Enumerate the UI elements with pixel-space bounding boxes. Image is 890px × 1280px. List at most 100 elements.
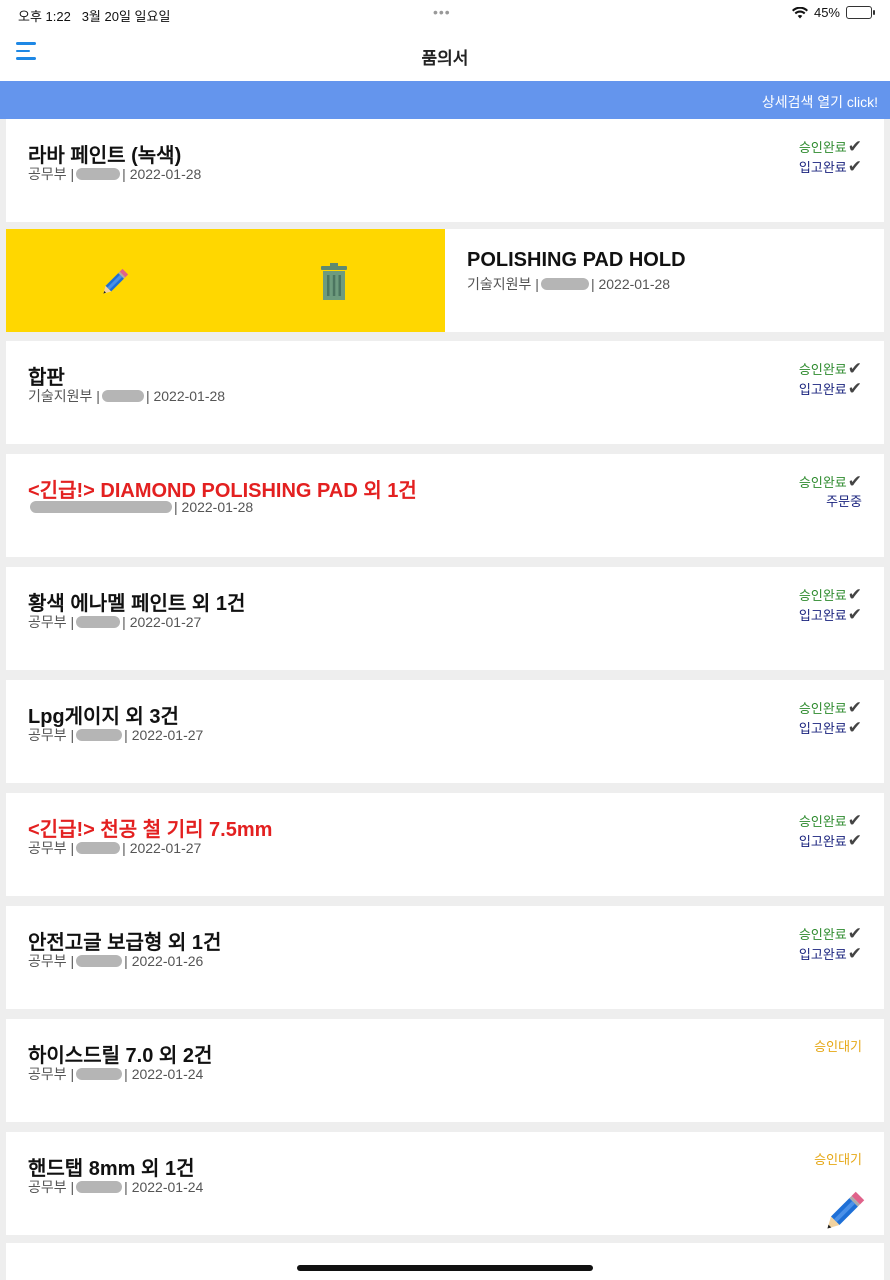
- item-meta: 공무부 | | 2022-01-24: [28, 1064, 203, 1084]
- home-indicator[interactable]: [297, 1265, 593, 1271]
- item-meta: 기술지원부 | | 2022-01-28: [467, 274, 670, 294]
- approval-status: 승인완료: [798, 362, 847, 377]
- status-indicators: 45%: [791, 5, 875, 20]
- receipt-status: 입고완료: [798, 721, 847, 736]
- item-statuses: 승인완료✔ 입고완료✔: [799, 924, 862, 964]
- item-statuses: 승인완료✔ 입고완료✔: [799, 698, 862, 738]
- page-title: 품의서: [421, 49, 469, 68]
- wifi-icon: [791, 6, 808, 18]
- approval-status: 승인완료: [798, 140, 847, 155]
- item-date: | 2022-01-24: [124, 1066, 204, 1082]
- redacted-name: [76, 616, 121, 628]
- item-dept: 공무부 |: [28, 727, 75, 743]
- item-dept: 공무부 |: [28, 166, 75, 182]
- advanced-search-toggle[interactable]: 상세검색 열기 click!: [0, 81, 890, 119]
- check-icon: ✔: [847, 359, 862, 378]
- check-icon: ✔: [847, 718, 862, 737]
- item-date: | 2022-01-24: [124, 1179, 204, 1195]
- check-icon: ✔: [847, 157, 862, 176]
- item-dept: 공무부 |: [28, 1066, 75, 1082]
- item-date: | 2022-01-27: [122, 614, 202, 630]
- redacted-name: [540, 278, 589, 290]
- approval-status: 승인완료: [798, 588, 847, 603]
- redacted-name: [101, 390, 144, 402]
- check-icon: ✔: [847, 585, 862, 604]
- receipt-status: 입고완료: [798, 947, 847, 962]
- list-item[interactable]: <긴급!> 천공 철 기리 7.5mm 공무부 | | 2022-01-27 승…: [6, 793, 884, 896]
- order-status: 주문중: [826, 494, 862, 509]
- list-item[interactable]: 하이스드릴 7.0 외 2건 공무부 | | 2022-01-24 승인대기: [6, 1019, 884, 1122]
- redacted-name: [76, 1068, 123, 1080]
- check-icon: ✔: [847, 811, 862, 830]
- item-statuses: 승인대기: [814, 1150, 862, 1169]
- status-date: 3월 20일 일요일: [81, 9, 171, 24]
- item-dept: 공무부 |: [28, 614, 75, 630]
- battery-icon: [846, 6, 875, 19]
- item-statuses: 승인완료✔ 입고완료✔: [799, 137, 862, 177]
- list-item[interactable]: 안전고글 보급형 외 1건 공무부 | | 2022-01-26 승인완료✔ 입…: [6, 906, 884, 1009]
- redacted-name: [76, 729, 123, 741]
- item-statuses: 승인완료✔ 입고완료✔: [799, 585, 862, 625]
- list-item[interactable]: <긴급!> DIAMOND POLISHING PAD 외 1건 | 2022-…: [6, 454, 884, 557]
- receipt-status: 입고완료: [798, 382, 847, 397]
- list-item-swiped[interactable]: POLISHING PAD HOLD 기술지원부 | | 2022-01-28: [6, 229, 884, 332]
- redacted-name: [76, 842, 121, 854]
- item-dept: 기술지원부 |: [467, 276, 539, 292]
- item-dept: 공무부 |: [28, 1179, 75, 1195]
- check-icon: ✔: [847, 605, 862, 624]
- item-date: | 2022-01-27: [122, 840, 202, 856]
- approval-status: 승인대기: [814, 1039, 862, 1054]
- item-date: | 2022-01-27: [124, 727, 204, 743]
- receipt-status: 입고완료: [798, 160, 847, 175]
- check-icon: ✔: [847, 137, 862, 156]
- item-meta: 공무부 | | 2022-01-24: [28, 1177, 203, 1197]
- trash-icon[interactable]: [320, 263, 348, 306]
- new-document-pencil-icon[interactable]: [818, 1188, 868, 1238]
- swipe-actions: [6, 229, 445, 332]
- list-item-partial[interactable]: [6, 1243, 884, 1280]
- check-icon: ✔: [847, 472, 862, 491]
- item-date: | 2022-01-28: [174, 499, 254, 515]
- item-date: | 2022-01-26: [124, 953, 204, 969]
- item-meta: | 2022-01-28: [28, 499, 253, 515]
- item-statuses: 승인완료✔ 입고완료✔: [799, 811, 862, 851]
- item-meta: 기술지원부 | | 2022-01-28: [28, 386, 225, 406]
- item-meta: 공무부 | | 2022-01-28: [28, 164, 201, 184]
- check-icon: ✔: [847, 924, 862, 943]
- item-statuses: 승인대기: [814, 1037, 862, 1056]
- list-item[interactable]: 라바 페인트 (녹색) 공무부 | | 2022-01-28 승인완료✔ 입고완…: [6, 119, 884, 222]
- list-item[interactable]: 핸드탭 8mm 외 1건 공무부 | | 2022-01-24 승인대기: [6, 1132, 884, 1235]
- approval-status: 승인대기: [814, 1152, 862, 1167]
- item-meta: 공무부 | | 2022-01-26: [28, 951, 203, 971]
- receipt-status: 입고완료: [798, 834, 847, 849]
- redacted-name: [30, 501, 172, 513]
- status-bar: 오후 1:22 3월 20일 일요일 ••• 45%: [0, 0, 890, 28]
- approval-status: 승인완료: [798, 814, 847, 829]
- item-dept: 기술지원부 |: [28, 388, 100, 404]
- item-date: | 2022-01-28: [122, 166, 202, 182]
- app-header: 품의서: [0, 28, 890, 81]
- approval-status: 승인완료: [798, 475, 847, 490]
- redacted-name: [76, 955, 123, 967]
- list-item[interactable]: Lpg게이지 외 3건 공무부 | | 2022-01-27 승인완료✔ 입고완…: [6, 680, 884, 783]
- item-meta: 공무부 | | 2022-01-27: [28, 838, 201, 858]
- list-item[interactable]: 황색 에나멜 페인트 외 1건 공무부 | | 2022-01-27 승인완료✔…: [6, 567, 884, 670]
- check-icon: ✔: [847, 944, 862, 963]
- item-dept: 공무부 |: [28, 840, 75, 856]
- item-date: | 2022-01-28: [590, 276, 671, 292]
- receipt-status: 입고완료: [798, 608, 847, 623]
- item-statuses: 승인완료✔ 주문중: [799, 472, 862, 511]
- status-clock: 오후 1:22: [18, 9, 71, 24]
- item-statuses: 승인완료✔ 입고완료✔: [799, 359, 862, 399]
- check-icon: ✔: [847, 698, 862, 717]
- item-dept: 공무부 |: [28, 953, 75, 969]
- item-meta: 공무부 | | 2022-01-27: [28, 725, 203, 745]
- check-icon: ✔: [847, 379, 862, 398]
- approval-status: 승인완료: [798, 927, 847, 942]
- status-time: 오후 1:22 3월 20일 일요일: [18, 6, 170, 25]
- redacted-name: [76, 1181, 123, 1193]
- pencil-icon[interactable]: [96, 265, 132, 306]
- item-date: | 2022-01-28: [145, 388, 226, 404]
- list-item[interactable]: 합판 기술지원부 | | 2022-01-28 승인완료✔ 입고완료✔: [6, 341, 884, 444]
- multitasking-dots-icon[interactable]: •••: [433, 4, 451, 20]
